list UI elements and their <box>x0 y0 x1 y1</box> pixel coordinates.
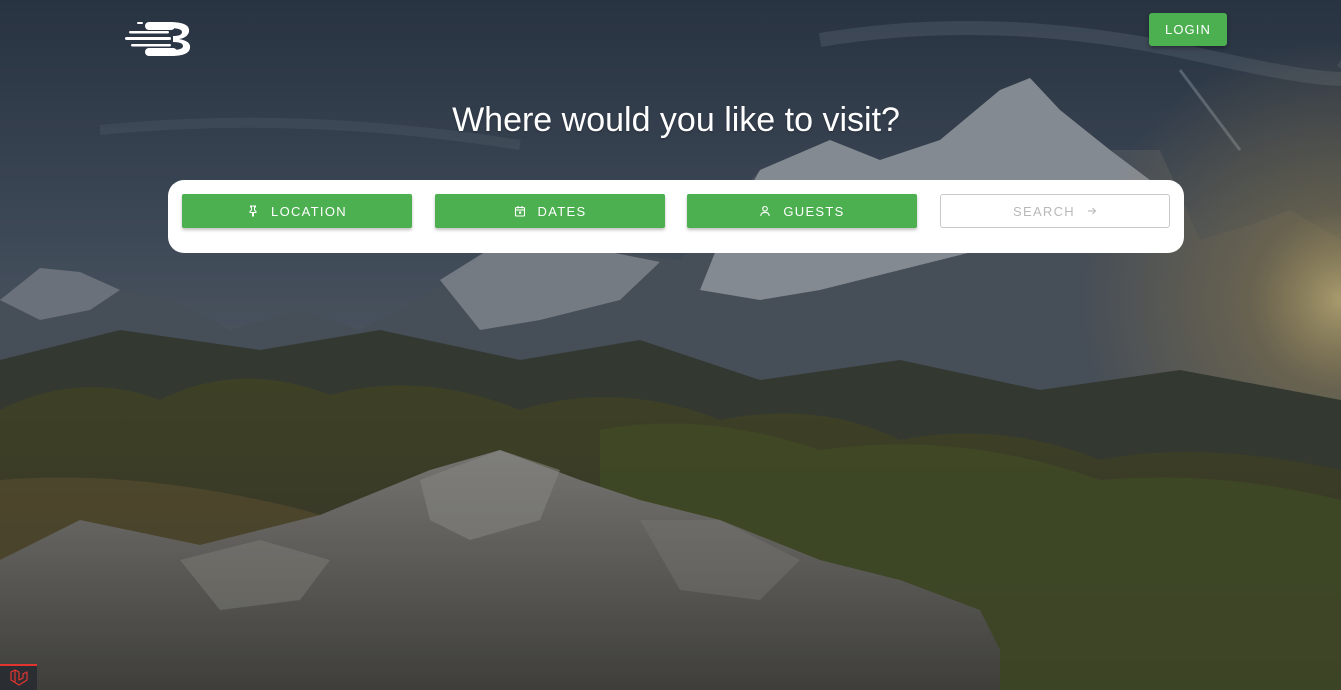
arrow-right-icon <box>1087 207 1097 215</box>
guests-button[interactable]: GUESTS <box>687 194 917 228</box>
dates-button[interactable]: DATES <box>435 194 665 228</box>
search-label: SEARCH <box>1013 203 1075 219</box>
location-label: LOCATION <box>271 203 347 219</box>
login-button[interactable]: LOGIN <box>1149 13 1227 46</box>
speed-b-logo-icon <box>125 22 191 56</box>
page-title: Where would you like to visit? <box>452 101 900 139</box>
guests-label: GUESTS <box>783 203 845 219</box>
site-logo[interactable] <box>125 20 193 58</box>
pin-icon <box>249 205 257 217</box>
person-icon <box>760 205 771 217</box>
laravel-icon <box>9 669 28 686</box>
location-button[interactable]: LOCATION <box>182 194 412 228</box>
calendar-icon <box>514 206 525 217</box>
debug-toolbar-toggle[interactable] <box>0 664 37 690</box>
search-button[interactable]: SEARCH <box>940 194 1170 228</box>
search-bar: LOCATION DATES GUESTS SEARCH <box>168 180 1184 253</box>
dates-label: DATES <box>537 203 587 219</box>
